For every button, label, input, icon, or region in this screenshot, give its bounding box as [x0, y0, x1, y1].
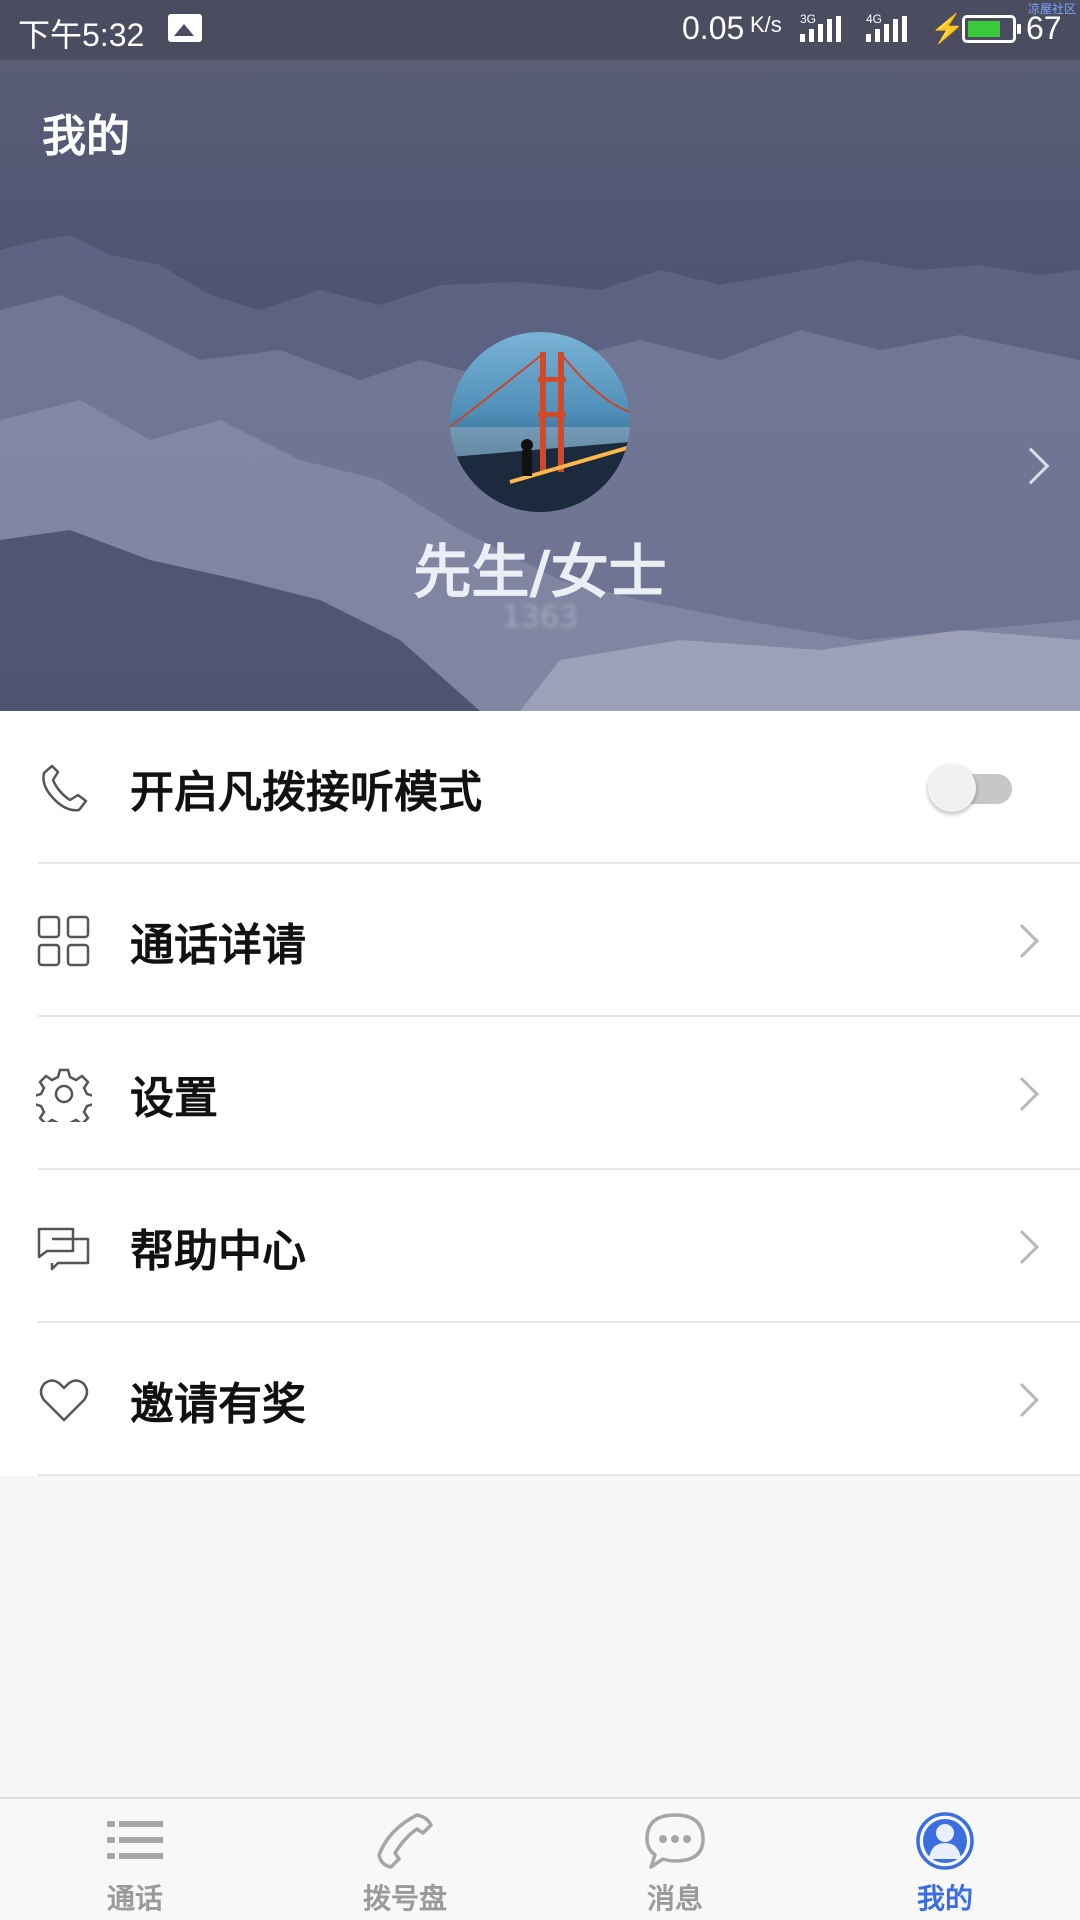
phone-icon	[377, 1813, 433, 1869]
divider	[38, 1474, 1080, 1476]
menu-label: 设置	[130, 1072, 218, 1124]
watermark: 凉屋社区	[1027, 2, 1076, 16]
battery-fill	[968, 21, 1001, 37]
grid-icon	[37, 915, 90, 966]
charging-icon: ⚡	[930, 13, 965, 44]
nav-label: 我的	[916, 1882, 973, 1915]
battery-icon	[962, 15, 1021, 43]
chat-bubbles-icon	[37, 1227, 90, 1270]
nav-tab-calls[interactable]: 通话	[0, 1799, 270, 1920]
menu-item-settings[interactable]: 设置	[0, 1017, 1080, 1170]
nav-tab-dialpad[interactable]: 拨号盘	[270, 1799, 540, 1920]
menu-label: 邀请有奖	[130, 1378, 306, 1430]
list-icon	[107, 1821, 163, 1859]
nav-tab-messages[interactable]: 消息	[540, 1799, 810, 1920]
image-notification-icon	[168, 14, 202, 42]
menu-label: 开启凡拨接听模式	[130, 766, 482, 818]
status-bar: 下午5:32 0.05 K/s 3G 4G ⚡ 67 凉屋社区	[0, 0, 1080, 60]
toggle-knob	[928, 763, 976, 812]
settings-menu: 开启凡拨接听模式 通话详请 设置 帮助中心 邀请有奖	[0, 711, 1080, 1476]
menu-item-call-details[interactable]: 通话详请	[0, 864, 1080, 1017]
menu-label: 帮助中心	[130, 1225, 306, 1277]
chevron-right-icon	[1005, 923, 1039, 958]
signal-3g-tag: 3G	[800, 12, 817, 26]
signal-4g-tag: 4G	[866, 12, 883, 26]
phone-handset-icon	[42, 764, 88, 811]
avatar[interactable]	[450, 332, 630, 512]
answer-mode-toggle[interactable]	[928, 763, 1014, 812]
menu-item-answer-mode[interactable]: 开启凡拨接听模式	[0, 711, 1080, 864]
heart-icon	[39, 1378, 89, 1421]
page-title: 我的	[42, 111, 130, 162]
menu-item-help-center[interactable]: 帮助中心	[0, 1170, 1080, 1323]
network-speed-unit: K/s	[750, 12, 782, 37]
profile-icon	[916, 1812, 974, 1870]
network-speed: 0.05	[682, 10, 745, 46]
nav-label: 消息	[646, 1882, 703, 1915]
nav-label: 拨号盘	[362, 1882, 447, 1915]
gear-icon	[36, 1068, 92, 1122]
user-phone: 1363	[501, 600, 579, 635]
signal-3g-icon: 3G	[800, 12, 846, 42]
menu-label: 通话详请	[130, 919, 306, 971]
message-icon	[645, 1813, 705, 1869]
chevron-right-icon	[1005, 1382, 1039, 1417]
nav-tab-me[interactable]: 我的	[810, 1799, 1080, 1920]
avatar-image	[450, 352, 630, 512]
chevron-right-icon	[1005, 1076, 1039, 1111]
menu-item-invite-reward[interactable]: 邀请有奖	[0, 1323, 1080, 1476]
nav-label: 通话	[106, 1882, 163, 1915]
status-time: 下午5:32	[18, 17, 145, 53]
profile-header[interactable]: 我的 先生/女士 1363	[0, 60, 1080, 711]
user-name: 先生/女士	[413, 538, 667, 606]
signal-4g-icon: 4G	[866, 12, 912, 42]
chevron-right-icon	[1005, 1229, 1039, 1264]
bottom-navigation: 通话 拨号盘 消息 我的	[0, 1797, 1080, 1920]
